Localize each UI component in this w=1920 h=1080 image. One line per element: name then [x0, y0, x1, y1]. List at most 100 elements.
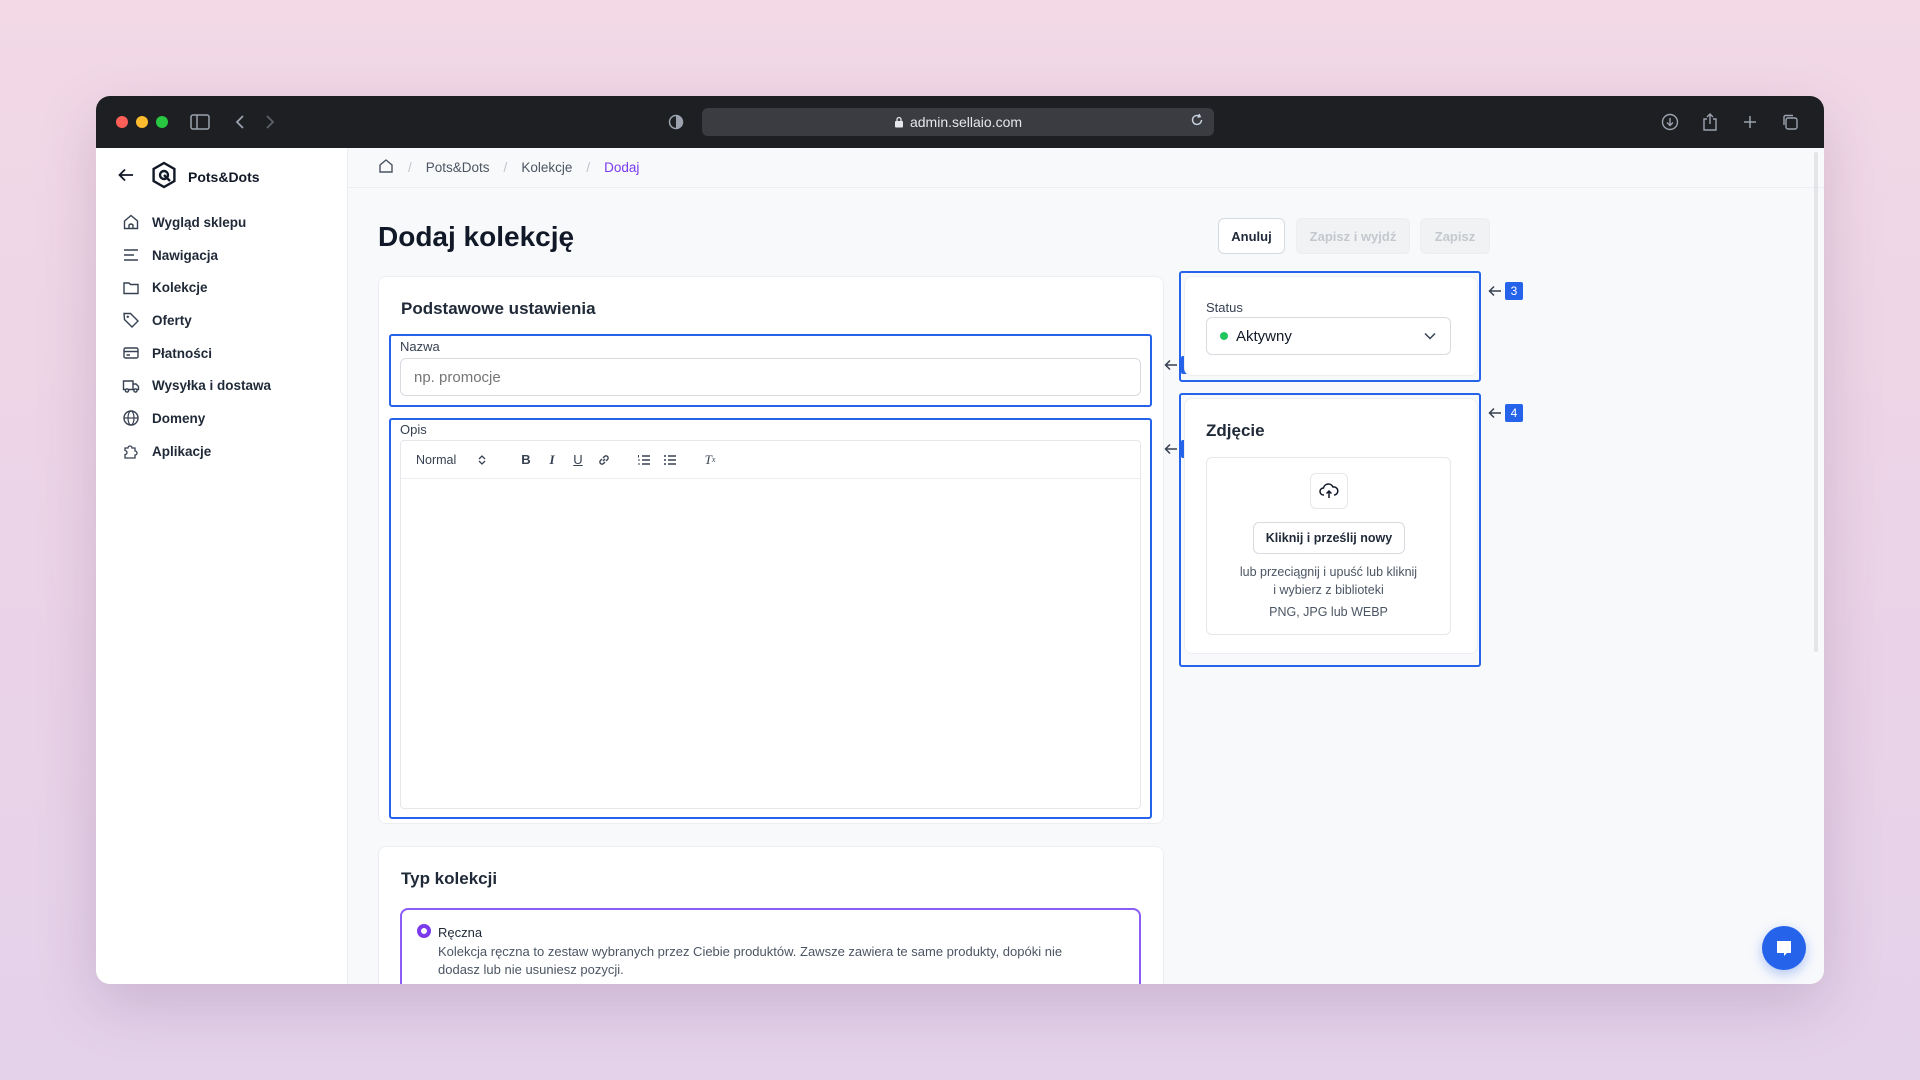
breadcrumb-separator: / [408, 160, 412, 175]
sidebar-item-offers[interactable]: Oferty [96, 304, 347, 337]
tab-overview-icon[interactable] [1778, 110, 1802, 134]
maximize-window-button[interactable] [156, 116, 168, 128]
save-button[interactable]: Zapisz [1420, 218, 1490, 254]
sidebar-item-label: Kolekcje [152, 280, 208, 296]
chevron-down-icon [1424, 332, 1436, 340]
manual-option-title: Ręczna [438, 925, 483, 940]
close-window-button[interactable] [116, 116, 128, 128]
reload-icon[interactable] [1190, 113, 1204, 130]
annotation-badge: 3 [1505, 282, 1523, 300]
back-arrow-icon[interactable] [118, 168, 134, 187]
puzzle-icon [124, 445, 138, 459]
sidebar-item-apps[interactable]: Aplikacje [96, 435, 347, 468]
new-tab-icon[interactable] [1738, 110, 1762, 134]
upload-cloud-icon [1310, 473, 1348, 509]
annotation-marker-3: 3 [1488, 282, 1523, 300]
radio-selected-icon[interactable] [417, 924, 431, 938]
left-arrow-icon [1164, 359, 1177, 371]
save-and-exit-button[interactable]: Zapisz i wyjdź [1296, 218, 1410, 254]
status-select[interactable]: Aktywny [1206, 317, 1451, 355]
breadcrumb-collections[interactable]: Kolekcje [521, 160, 572, 175]
sidebar-toggle-icon[interactable] [188, 110, 212, 134]
download-icon[interactable] [1658, 110, 1682, 134]
annotation-badge: 4 [1505, 404, 1523, 422]
collection-type-manual-option[interactable]: Ręczna Kolekcja ręczna to zestaw wybrany… [400, 908, 1141, 984]
manual-option-description: Kolekcja ręczna to zestaw wybranych prze… [438, 943, 1062, 979]
link-icon[interactable] [596, 452, 612, 468]
sidebar-item-label: Aplikacje [152, 443, 212, 459]
chat-support-button[interactable] [1762, 926, 1806, 970]
image-dropzone[interactable]: Kliknij i prześlij nowy lub przeciągnij … [1206, 457, 1451, 635]
status-dot [1220, 332, 1228, 340]
store-name: Pots&Dots [188, 169, 260, 185]
share-icon[interactable] [1698, 110, 1722, 134]
minimize-window-button[interactable] [136, 116, 148, 128]
clear-format-icon[interactable]: Tx [702, 452, 718, 468]
editor-toolbar: Normal B I U Tx [401, 441, 1140, 479]
browser-toolbar: admin.sellaio.com [96, 96, 1824, 148]
left-arrow-icon [1164, 443, 1177, 455]
basic-settings-title: Podstawowe ustawienia [401, 299, 596, 318]
status-value: Aktywny [1236, 327, 1292, 345]
chat-bubble-icon [1777, 941, 1791, 956]
sidebar-item-collections[interactable]: Kolekcje [96, 271, 347, 304]
upload-hint-line-1: lub przeciągnij i upuść lub kliknij [1239, 565, 1418, 579]
back-icon[interactable] [228, 110, 252, 134]
format-select[interactable]: Normal [416, 453, 496, 467]
status-label: Status [1206, 300, 1243, 315]
manual-option-description-line-1: Kolekcja ręczna to zestaw wybranych prze… [438, 944, 1063, 959]
description-editor[interactable]: Normal B I U Tx [400, 440, 1141, 809]
tag-icon [123, 313, 139, 329]
format-select-value: Normal [416, 452, 457, 467]
sidebar-brand: Pots&Dots [96, 161, 347, 194]
truck-icon [122, 380, 140, 393]
privacy-shield-icon[interactable] [664, 110, 688, 134]
sidebar: Pots&Dots Wygląd sklepu Nawigacja Kolekc… [96, 148, 348, 984]
credit-card-icon [123, 347, 139, 359]
bullet-list-icon[interactable] [662, 452, 678, 468]
scrollbar[interactable] [1814, 152, 1818, 652]
collection-type-title: Typ kolekcji [401, 869, 498, 888]
sidebar-item-label: Płatności [152, 345, 213, 361]
breadcrumb-home-icon[interactable] [378, 158, 394, 177]
description-label: Opis [400, 422, 427, 437]
bold-icon[interactable]: B [518, 452, 534, 468]
upload-hint-line-2: i wybierz z biblioteki [1273, 583, 1384, 597]
italic-icon[interactable]: I [544, 452, 560, 468]
breadcrumb: / Pots&Dots / Kolekcje / Dodaj [348, 148, 1824, 188]
sidebar-item-label: Domeny [152, 410, 206, 426]
browser-window: admin.sellaio.com Pots&Dots Wygląd sklep… [96, 96, 1824, 984]
sidebar-item-store-appearance[interactable]: Wygląd sklepu [96, 206, 347, 239]
lock-icon [894, 116, 903, 128]
underline-icon[interactable]: U [570, 452, 586, 468]
sidebar-item-label: Wysyłka i dostawa [152, 378, 272, 394]
cancel-button[interactable]: Anuluj [1218, 218, 1285, 254]
sidebar-item-label: Oferty [152, 312, 192, 328]
sidebar-item-payments[interactable]: Płatności [96, 337, 347, 370]
breadcrumb-store[interactable]: Pots&Dots [426, 160, 490, 175]
upload-hint: lub przeciągnij i upuść lub kliknij i wy… [1207, 563, 1450, 621]
forward-icon[interactable] [258, 110, 282, 134]
ordered-list-icon[interactable] [636, 452, 652, 468]
breadcrumb-separator: / [586, 160, 591, 175]
name-label: Nazwa [400, 339, 440, 354]
upload-formats: PNG, JPG lub WEBP [1269, 605, 1388, 619]
annotation-marker-4: 4 [1488, 404, 1523, 422]
globe-icon [123, 410, 139, 427]
sidebar-item-navigation[interactable]: Nawigacja [96, 239, 347, 272]
sidebar-item-domains[interactable]: Domeny [96, 402, 347, 435]
name-input[interactable] [400, 358, 1141, 396]
window-controls [116, 116, 168, 128]
url-text: admin.sellaio.com [909, 114, 1023, 130]
app-shell: Pots&Dots Wygląd sklepu Nawigacja Kolekc… [96, 148, 1824, 984]
upload-new-button[interactable]: Kliknij i prześlij nowy [1253, 522, 1405, 554]
breadcrumb-separator: / [503, 160, 508, 175]
main-content: / Pots&Dots / Kolekcje / Dodaj Dodaj kol… [348, 148, 1824, 984]
updown-chevron-icon [478, 454, 486, 465]
address-bar[interactable]: admin.sellaio.com [702, 108, 1214, 136]
breadcrumb-current: Dodaj [604, 160, 640, 175]
sidebar-item-shipping[interactable]: Wysyłka i dostawa [96, 369, 347, 402]
home-icon [123, 214, 139, 230]
sidebar-item-label: Wygląd sklepu [152, 214, 247, 230]
store-logo-icon [150, 161, 178, 194]
